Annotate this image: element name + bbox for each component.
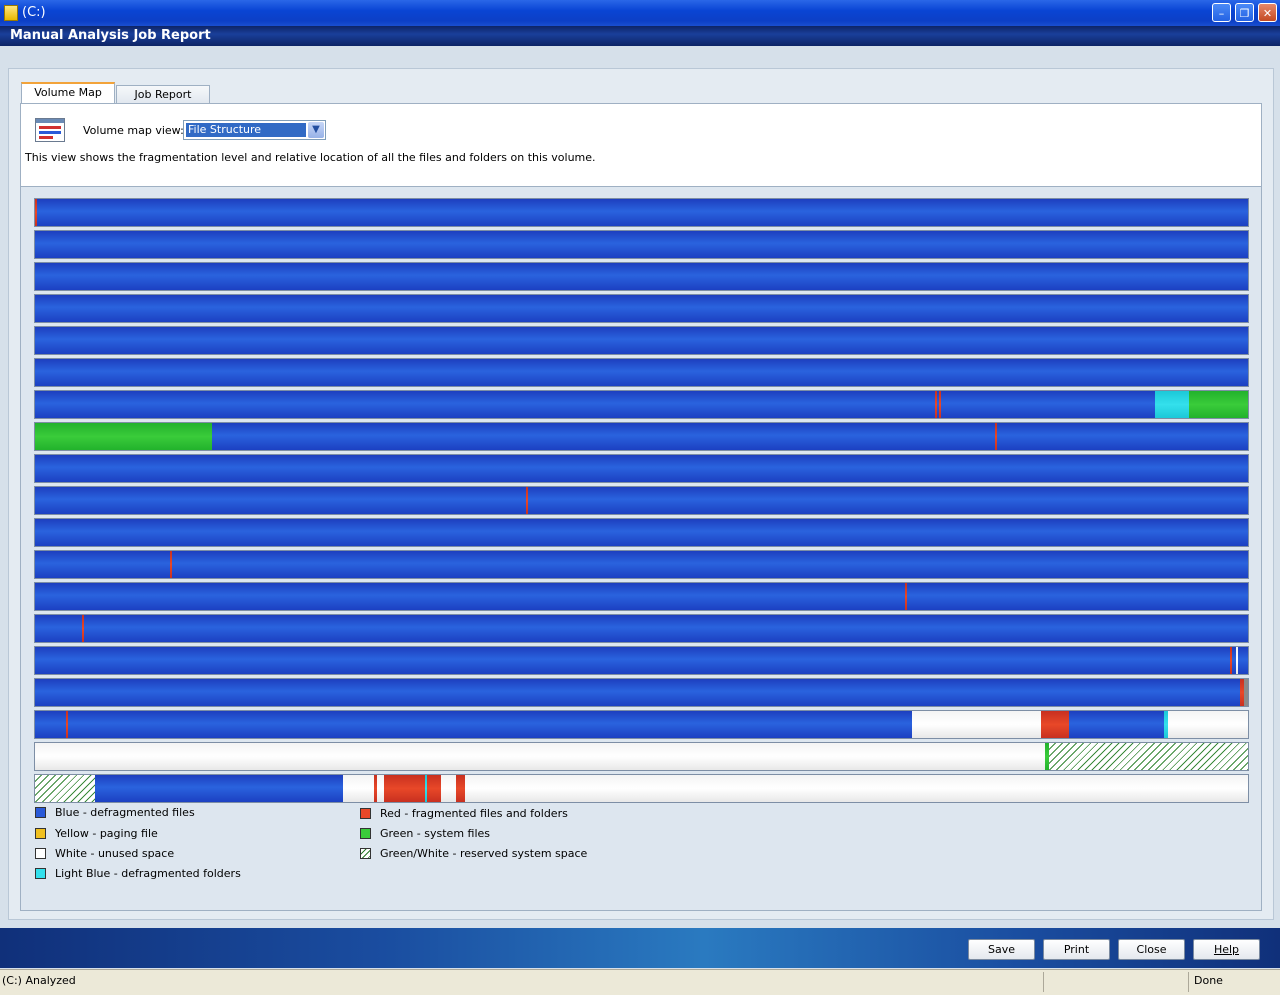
volume-map-row <box>34 710 1249 739</box>
tab-volume-map[interactable]: Volume Map <box>21 82 115 104</box>
close-button[interactable]: Close <box>1118 939 1185 960</box>
tab-job-report[interactable]: Job Report <box>116 85 210 105</box>
minimize-icon[interactable]: – <box>1212 3 1231 22</box>
swatch-icon <box>35 807 46 818</box>
app-icon <box>4 5 18 21</box>
view-header: Volume map view: File Structure ▼ This v… <box>21 104 1261 187</box>
volume-map-row <box>34 742 1249 771</box>
save-button[interactable]: Save <box>968 939 1035 960</box>
volume-map-row <box>34 678 1249 707</box>
view-description: This view shows the fragmentation level … <box>25 151 596 164</box>
volume-map-row <box>34 326 1249 355</box>
swatch-icon <box>35 868 46 879</box>
volume-map-row <box>34 550 1249 579</box>
volume-map-row <box>34 774 1249 803</box>
volume-map-row <box>34 518 1249 547</box>
volume-map-row <box>34 454 1249 483</box>
swatch-icon <box>35 848 46 859</box>
chevron-down-icon[interactable]: ▼ <box>308 122 324 138</box>
window-titlebar: (C:) – ❐ ✕ <box>0 0 1280 26</box>
volume-map-row <box>34 294 1249 323</box>
view-label: Volume map view: <box>83 124 184 137</box>
status-text: (C:) Analyzed <box>2 974 76 987</box>
status-done: Done <box>1194 974 1223 987</box>
swatch-icon <box>360 808 371 819</box>
volume-map-row <box>34 198 1249 227</box>
swatch-icon <box>360 848 371 859</box>
volume-map-row <box>34 614 1249 643</box>
help-button[interactable]: Help <box>1193 939 1260 960</box>
volume-map-row <box>34 390 1249 419</box>
volume-map-row <box>34 358 1249 387</box>
volume-map-row <box>34 422 1249 451</box>
swatch-icon <box>360 828 371 839</box>
volume-map-row <box>34 262 1249 291</box>
report-title: Manual Analysis Job Report <box>10 28 211 43</box>
volume-map-row <box>34 646 1249 675</box>
volume-map-row <box>34 486 1249 515</box>
report-header: Manual Analysis Job Report <box>0 26 1280 46</box>
restore-icon[interactable]: ❐ <box>1235 3 1254 22</box>
close-window-icon[interactable]: ✕ <box>1258 3 1277 22</box>
status-bar: (C:) Analyzed Done <box>0 969 1280 995</box>
view-select[interactable]: File Structure ▼ <box>183 120 326 140</box>
volume-map-row <box>34 582 1249 611</box>
swatch-icon <box>35 828 46 839</box>
volume-map-row <box>34 230 1249 259</box>
volume-map-icon <box>35 118 65 142</box>
view-select-value: File Structure <box>186 123 306 137</box>
window-title: (C:) <box>22 5 46 20</box>
print-button[interactable]: Print <box>1043 939 1110 960</box>
